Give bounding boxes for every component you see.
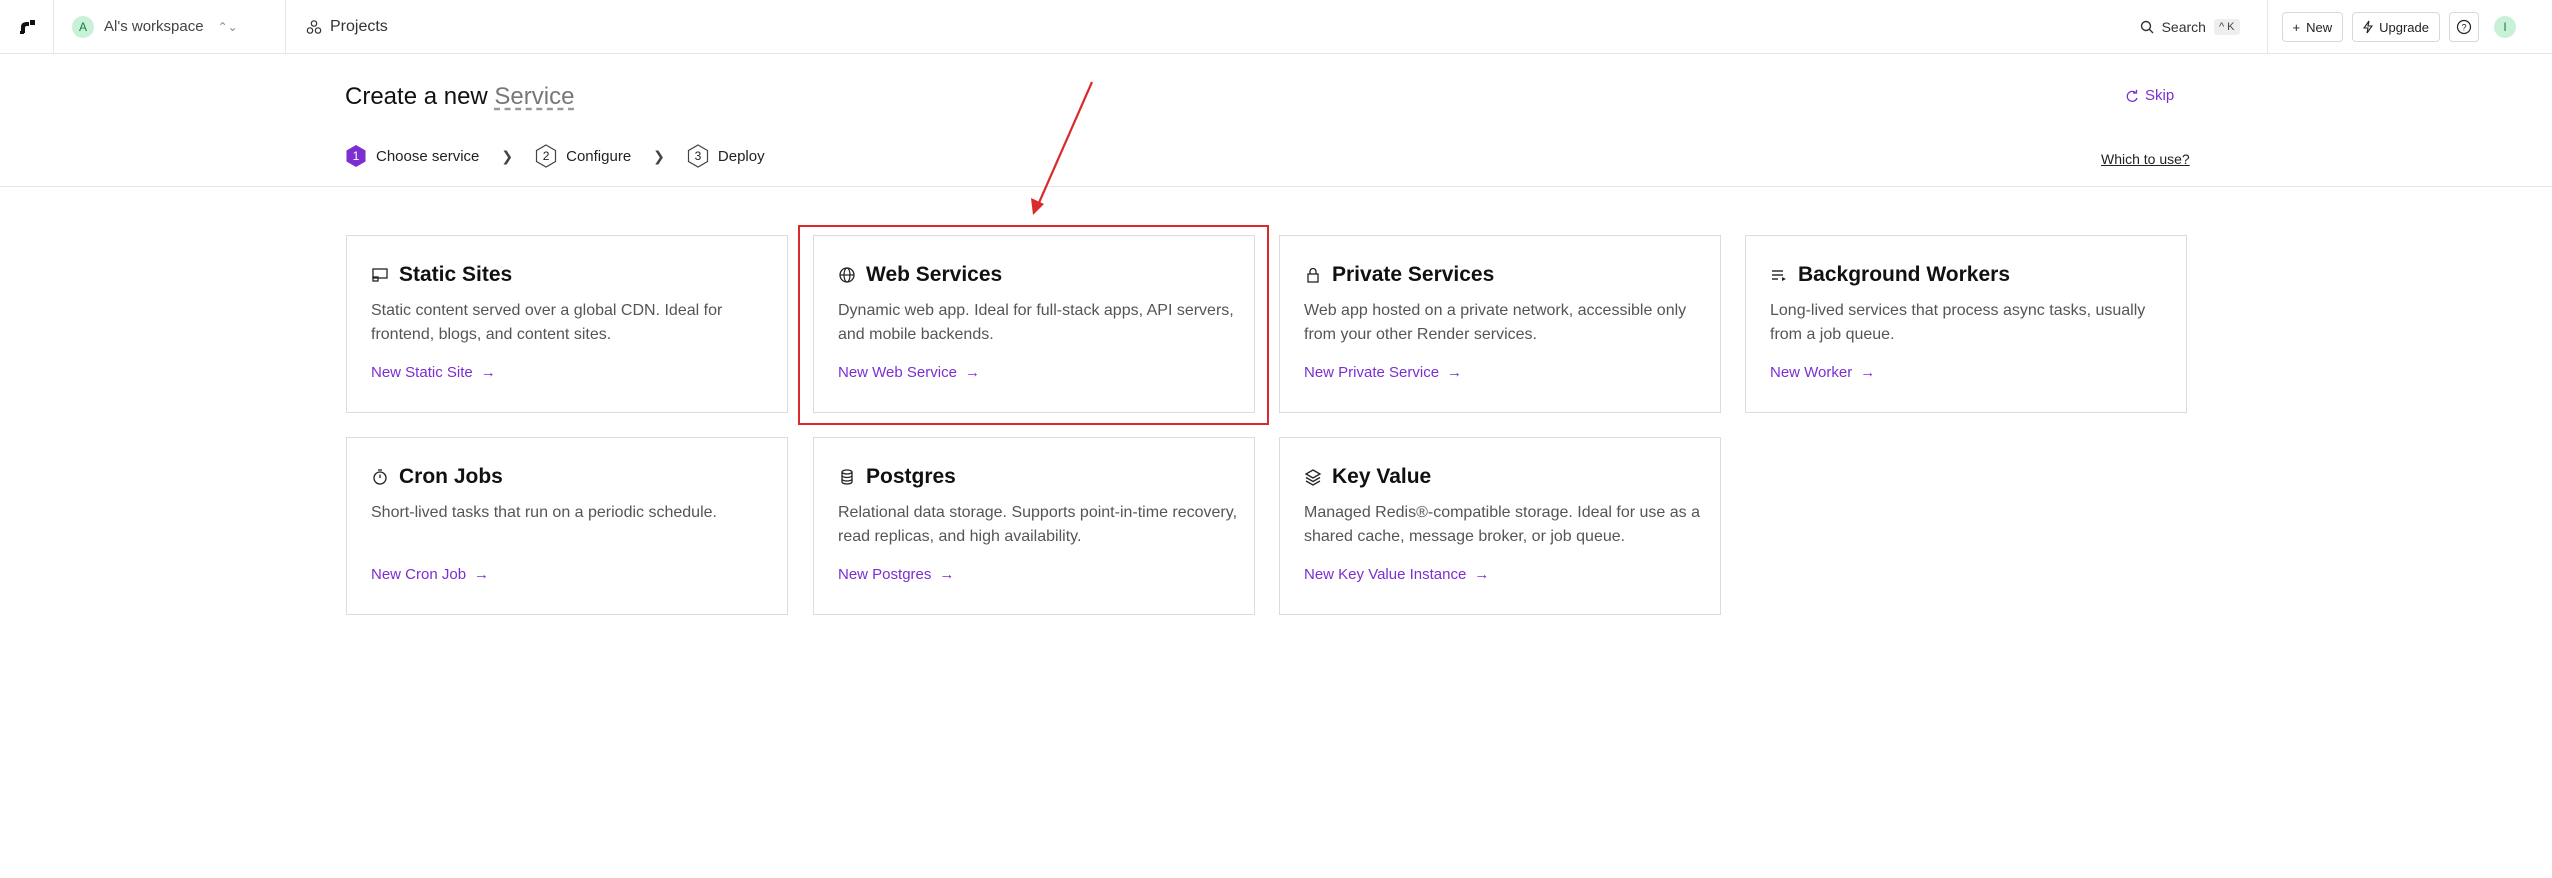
step-3-label: Deploy — [717, 147, 765, 165]
card-key-value[interactable]: Key Value Managed Redis®-compatible stor… — [1279, 437, 1721, 615]
svg-text:?: ? — [2461, 23, 2466, 33]
new-key-value-instance-link[interactable]: New Key Value Instance → — [1304, 566, 1489, 583]
stepper: 1 Choose service ❯ 2 Configure ❯ 3 Deplo… — [345, 144, 765, 168]
card-title: Postgres — [838, 465, 956, 489]
arrow-right-icon: → — [939, 566, 955, 583]
search-label: Search — [2161, 19, 2206, 35]
arrow-right-icon: → — [474, 566, 490, 583]
workspace-switcher[interactable]: A Al's workspace ⌃⌄ — [54, 0, 286, 54]
user-avatar[interactable]: I — [2494, 16, 2516, 38]
help-button[interactable]: ? — [2449, 12, 2479, 42]
timer-icon — [373, 469, 387, 485]
new-private-service-link[interactable]: New Private Service → — [1304, 364, 1462, 381]
arrow-right-icon: → — [1860, 364, 1876, 381]
card-title: Cron Jobs — [371, 465, 503, 489]
page-title: Create a new Service — [345, 83, 574, 111]
arrow-right-icon: → — [480, 364, 496, 381]
annotation-highlight-box — [798, 225, 1269, 425]
chevron-right-icon: ❯ — [653, 147, 665, 164]
chevron-updown-icon: ⌃⌄ — [217, 19, 238, 34]
card-title: Key Value — [1304, 465, 1431, 489]
workspace-name: Al's workspace — [104, 18, 204, 35]
arrow-right-icon: → — [1447, 364, 1463, 381]
search-shortcut: ^ K — [2213, 19, 2240, 35]
plus-icon: + — [2292, 19, 2301, 35]
step-1-label: Choose service — [376, 147, 480, 165]
page-header: Create a new Service Skip 1 Choose servi… — [0, 55, 2552, 187]
which-to-use-link[interactable]: Which to use? — [2101, 151, 2190, 167]
step-2-label: Configure — [566, 147, 632, 165]
card-static-sites[interactable]: Static Sites Static content served over … — [346, 235, 788, 413]
lock-icon — [1307, 267, 1319, 283]
card-title: Private Services — [1304, 263, 1494, 287]
workspace-avatar: A — [72, 15, 94, 38]
step-3-badge: 3 — [687, 144, 709, 168]
card-description: Long-lived services that process async t… — [1770, 302, 2146, 343]
upgrade-button[interactable]: Upgrade — [2352, 12, 2440, 42]
card-postgres[interactable]: Postgres Relational data storage. Suppor… — [813, 437, 1255, 615]
title-prefix: Create a new — [345, 83, 488, 110]
monitor-icon — [372, 268, 388, 282]
divider — [2266, 0, 2268, 54]
arrow-right-icon: → — [1474, 566, 1490, 583]
new-static-site-link[interactable]: New Static Site → — [371, 364, 496, 381]
step-2-badge: 2 — [535, 144, 557, 168]
skip-label: Skip — [2145, 87, 2175, 104]
card-title: Background Workers — [1770, 263, 2010, 287]
lightning-icon — [2363, 20, 2374, 34]
search-icon — [2140, 20, 2154, 34]
step-1-badge: 1 — [345, 144, 367, 168]
projects-label: Projects — [330, 17, 388, 35]
render-logo[interactable] — [0, 0, 54, 54]
new-cron-job-link[interactable]: New Cron Job → — [371, 566, 489, 583]
upgrade-label: Upgrade — [2379, 19, 2429, 35]
card-private-services[interactable]: Private Services Web app hosted on a pri… — [1279, 235, 1721, 413]
logo-icon — [19, 19, 35, 34]
list-icon — [1772, 270, 1786, 281]
search-button[interactable]: Search ^ K — [2140, 19, 2240, 35]
new-postgres-link[interactable]: New Postgres → — [838, 566, 954, 583]
help-icon: ? — [2456, 19, 2472, 35]
skip-link[interactable]: Skip — [2125, 87, 2174, 104]
new-worker-link[interactable]: New Worker → — [1770, 364, 1875, 381]
step-deploy: 3 Deploy — [687, 144, 765, 168]
new-button[interactable]: + New — [2281, 12, 2344, 42]
top-bar: A Al's workspace ⌃⌄ Projects Search ^ K … — [0, 0, 2552, 54]
title-service-type[interactable]: Service — [494, 83, 574, 110]
layers-icon — [1304, 469, 1322, 486]
projects-icon — [306, 19, 322, 34]
card-cron-jobs[interactable]: Cron Jobs Short-lived tasks that run on … — [346, 437, 788, 615]
card-description: Relational data storage. Supports point-… — [838, 504, 1238, 545]
card-background-workers[interactable]: Background Workers Long-lived services t… — [1745, 235, 2187, 413]
new-label: New — [2306, 19, 2333, 35]
card-description: Web app hosted on a private network, acc… — [1304, 302, 1687, 343]
redo-icon — [2126, 89, 2138, 102]
projects-link[interactable]: Projects — [286, 18, 388, 36]
database-icon — [841, 469, 853, 485]
step-choose-service: 1 Choose service — [345, 144, 479, 168]
step-configure: 2 Configure — [535, 144, 631, 168]
card-description: Managed Redis®-compatible storage. Ideal… — [1304, 504, 1701, 545]
card-title: Static Sites — [371, 263, 512, 287]
card-description: Short-lived tasks that run on a periodic… — [371, 504, 717, 521]
chevron-right-icon: ❯ — [501, 147, 514, 164]
card-description: Static content served over a global CDN.… — [371, 302, 723, 343]
